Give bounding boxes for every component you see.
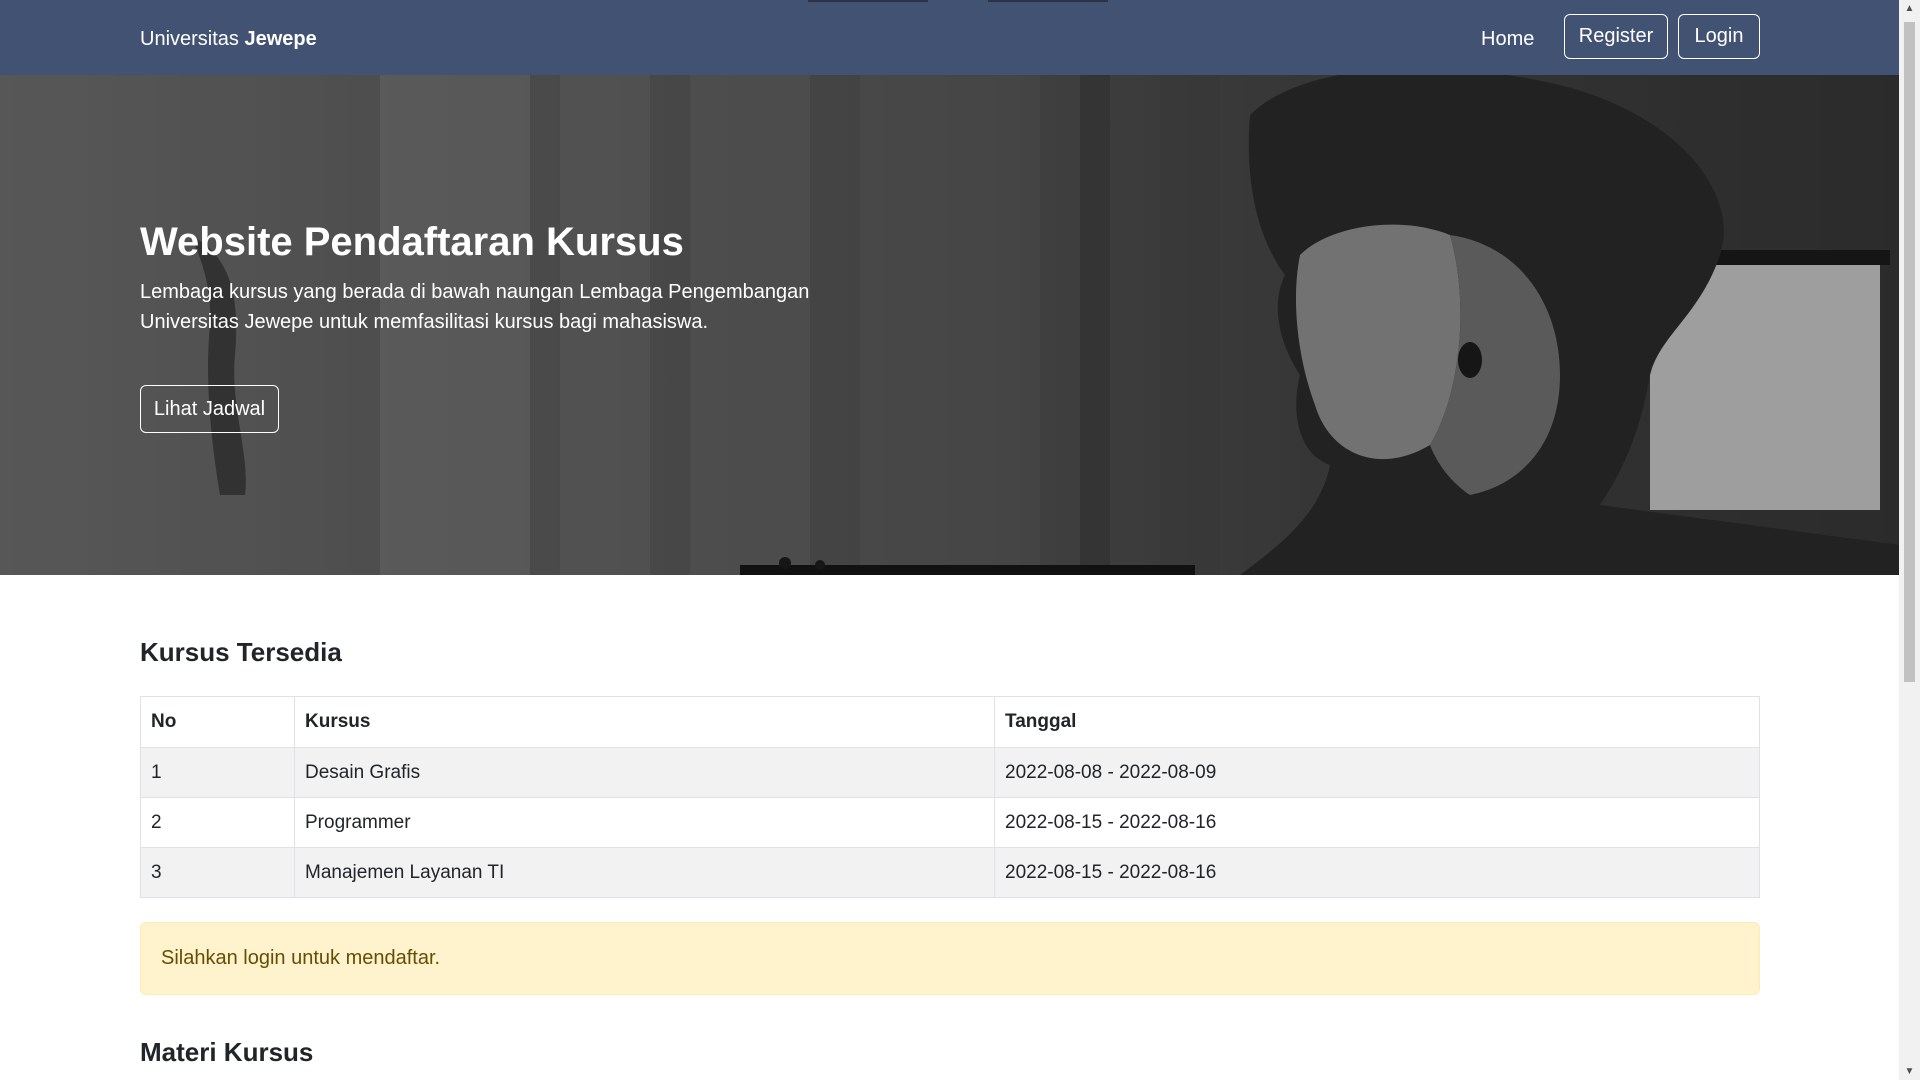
cell-no: 1 <box>140 747 295 798</box>
cell-kursus: Desain Grafis <box>294 747 995 798</box>
register-button[interactable]: Register <box>1564 14 1668 59</box>
cell-kursus: Programmer <box>294 797 995 848</box>
brand-link[interactable]: Universitas Jewepe <box>140 26 317 52</box>
hero-subtitle: Lembaga kursus yang berada di bawah naun… <box>140 281 810 333</box>
column-header-no: No <box>140 696 295 748</box>
login-button[interactable]: Login <box>1678 14 1760 59</box>
hero-title: Website Pendaftaran Kursus <box>140 220 684 264</box>
hero-banner: Website Pendaftaran Kursus Lembaga kursu… <box>0 75 1899 575</box>
table-header-row: No Kursus Tanggal <box>140 696 1760 748</box>
navbar-top-decoration <box>988 0 1108 2</box>
chevron-up-icon[interactable]: ▲ <box>1899 0 1920 17</box>
column-header-kursus: Kursus <box>294 696 995 748</box>
table-row: 3 Manajemen Layanan TI 2022-08-15 - 2022… <box>140 847 1760 898</box>
courses-heading: Kursus Tersedia <box>140 637 342 667</box>
table-row: 1 Desain Grafis 2022-08-08 - 2022-08-09 <box>140 747 1760 798</box>
cell-no: 3 <box>140 847 295 898</box>
brand-prefix: Universitas <box>140 28 239 50</box>
nav-home-link[interactable]: Home <box>1481 26 1534 52</box>
table-row: 2 Programmer 2022-08-15 - 2022-08-16 <box>140 797 1760 848</box>
view-schedule-button[interactable]: Lihat Jadwal <box>140 385 279 433</box>
navbar: Universitas Jewepe Home Register Login <box>0 0 1899 75</box>
brand-bold: Jewepe <box>244 28 317 50</box>
cell-tanggal: 2022-08-08 - 2022-08-09 <box>994 747 1760 798</box>
login-alert: Silahkan login untuk mendaftar. <box>140 922 1760 995</box>
navbar-top-decoration <box>808 0 928 2</box>
cell-no: 2 <box>140 797 295 848</box>
page: Universitas Jewepe Home Register Login W… <box>0 0 1899 1080</box>
column-header-tanggal: Tanggal <box>994 696 1760 748</box>
courses-table: No Kursus Tanggal 1 Desain Grafis 2022-0… <box>140 696 1760 898</box>
chevron-down-icon[interactable]: ▼ <box>1899 1063 1920 1080</box>
cell-tanggal: 2022-08-15 - 2022-08-16 <box>994 797 1760 848</box>
materials-heading: Materi Kursus <box>140 1037 314 1067</box>
scrollbar-thumb[interactable] <box>1904 22 1915 682</box>
cell-tanggal: 2022-08-15 - 2022-08-16 <box>994 847 1760 898</box>
cell-kursus: Manajemen Layanan TI <box>294 847 995 898</box>
